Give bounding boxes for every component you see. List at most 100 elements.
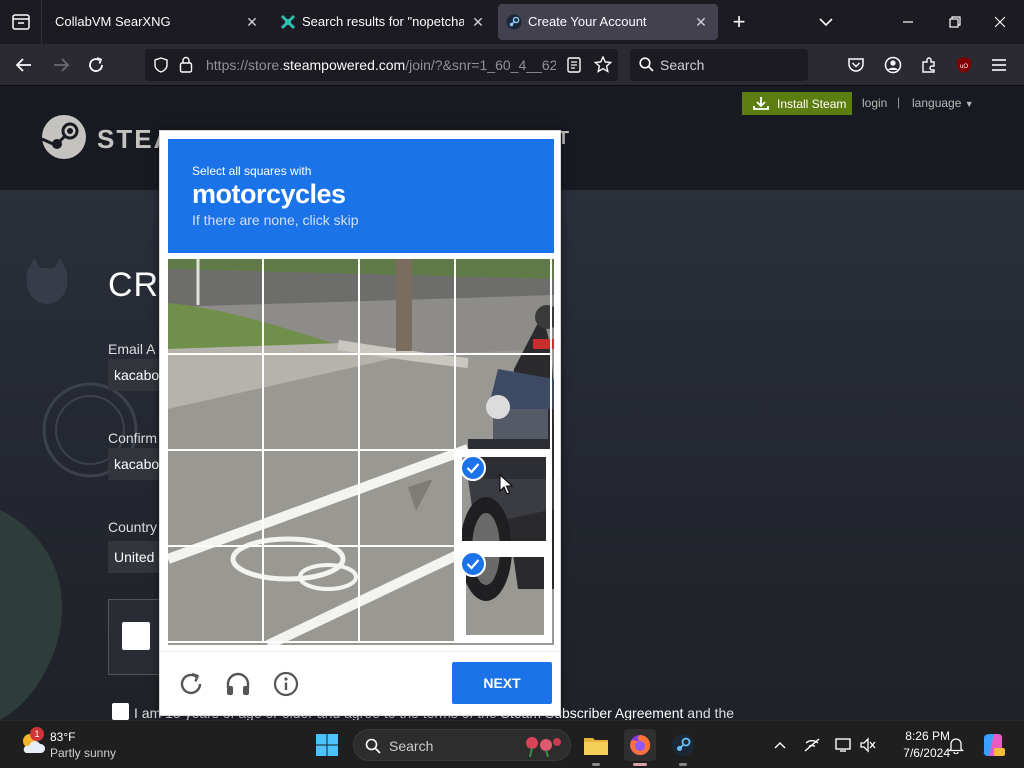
captcha-challenge: Select all squares with motorcycles If t…: [159, 130, 561, 716]
search-icon: [639, 57, 654, 72]
captcha-tile[interactable]: [264, 547, 360, 643]
windows-taskbar: 1 83°F Partly sunny Search 8:26 PM 7/6/2…: [0, 720, 1024, 768]
svg-text:uO: uO: [960, 64, 968, 70]
captcha-tile[interactable]: [360, 355, 456, 451]
firefox-app[interactable]: [624, 729, 656, 766]
pocket-button[interactable]: [845, 54, 867, 76]
captcha-tile[interactable]: [264, 355, 360, 451]
clock-time[interactable]: 8:26 PM: [880, 729, 950, 743]
minimize-icon: [903, 21, 913, 23]
captcha-tile[interactable]: [360, 451, 456, 547]
shield-icon[interactable]: [153, 57, 169, 73]
captcha-tile[interactable]: [456, 355, 552, 451]
account-button[interactable]: [882, 54, 904, 76]
info-icon: [273, 671, 299, 697]
windows-start-icon[interactable]: [315, 733, 339, 757]
close-icon: [994, 16, 1006, 28]
info-button[interactable]: [272, 670, 300, 698]
header-separator: |: [897, 95, 901, 109]
captcha-tile[interactable]: [264, 451, 360, 547]
reader-mode-icon[interactable]: [567, 57, 581, 73]
tab-search-results[interactable]: Search results for "nopetcha" – ✕: [272, 4, 494, 40]
folder-icon: [584, 738, 608, 755]
next-button[interactable]: NEXT: [452, 662, 552, 704]
taskbar-search[interactable]: Search: [353, 729, 571, 761]
volume-muted-icon: [860, 737, 876, 753]
clock-date[interactable]: 7/6/2024: [880, 746, 950, 760]
ublock-button[interactable]: uO: [953, 54, 975, 76]
captcha-tile[interactable]: [360, 547, 456, 643]
search-bar[interactable]: Search: [630, 49, 808, 81]
captcha-tile[interactable]: [168, 355, 264, 451]
language-dropdown[interactable]: language ▼: [912, 96, 974, 110]
chevron-up-icon: [774, 742, 786, 749]
firefox-view-button[interactable]: [0, 0, 42, 44]
checkmark-icon: [460, 455, 486, 481]
browser-tab-bar: CollabVM SearXNG ✕ Search results for "n…: [0, 0, 1024, 44]
chevron-down-icon[interactable]: [816, 13, 836, 31]
display-tray[interactable]: [834, 735, 854, 755]
extensions-button[interactable]: [918, 54, 940, 76]
network-tray[interactable]: [802, 735, 822, 755]
url-bar[interactable]: https://store.steampowered.com/join/?&sn…: [145, 49, 618, 81]
close-icon[interactable]: ✕: [243, 13, 261, 31]
restore-button[interactable]: [945, 12, 965, 32]
firefox-view-icon: [11, 14, 30, 30]
refresh-icon: [180, 672, 202, 695]
minimize-button[interactable]: [898, 12, 918, 32]
captcha-tile[interactable]: [456, 259, 552, 355]
captcha-tile[interactable]: [168, 451, 264, 547]
url-text[interactable]: https://store.steampowered.com/join/?&sn…: [206, 57, 556, 73]
url-prefix: https://store.: [206, 57, 284, 73]
login-link[interactable]: login: [862, 96, 887, 110]
lock-icon[interactable]: [179, 56, 193, 73]
file-explorer-app[interactable]: [580, 729, 612, 766]
install-steam-label: Install Steam: [777, 97, 847, 111]
show-hidden-icons-button[interactable]: [770, 735, 790, 755]
close-icon[interactable]: ✕: [692, 13, 710, 31]
tab-label: Search results for "nopetcha" –: [302, 14, 464, 29]
menu-button[interactable]: [988, 54, 1010, 76]
install-steam-button[interactable]: Install Steam: [742, 92, 852, 115]
audio-challenge-button[interactable]: [224, 670, 252, 698]
volume-tray[interactable]: [858, 735, 878, 755]
back-button[interactable]: [13, 54, 35, 76]
character-decoration-icon: [0, 510, 62, 720]
url-domain: steampowered.com: [283, 57, 406, 73]
search-icon: [365, 738, 381, 754]
forward-button[interactable]: [50, 54, 72, 76]
captcha-tile[interactable]: [168, 547, 264, 643]
tab-collabvm-searxng[interactable]: CollabVM SearXNG ✕: [44, 4, 266, 40]
arrow-left-icon: [15, 58, 31, 72]
close-icon[interactable]: ✕: [469, 13, 487, 31]
monitor-icon: [835, 738, 851, 752]
captcha-tile[interactable]: [264, 259, 360, 355]
copilot-button[interactable]: [980, 732, 1006, 758]
captcha-tile[interactable]: [360, 259, 456, 355]
window-close-button[interactable]: [990, 12, 1010, 32]
captcha-footer: NEXT: [160, 651, 560, 715]
steam-app[interactable]: [667, 729, 699, 766]
captcha-image-grid: [168, 259, 554, 645]
captcha-tile[interactable]: [168, 259, 264, 355]
refresh-button[interactable]: [177, 670, 205, 698]
headphones-icon: [226, 672, 250, 695]
bookmark-star-icon[interactable]: [594, 56, 612, 73]
notifications-button[interactable]: [946, 735, 966, 755]
reload-button[interactable]: [85, 54, 107, 76]
captcha-target: motorcycles: [192, 179, 346, 209]
weather-condition[interactable]: Partly sunny: [50, 746, 116, 760]
network-disconnected-icon: [804, 738, 820, 752]
url-path: /join/?&snr=1_60_4__62: [405, 57, 556, 73]
agreement-checkbox[interactable]: [112, 703, 129, 720]
weather-temperature[interactable]: 83°F: [50, 730, 75, 744]
new-tab-button[interactable]: +: [729, 11, 749, 33]
tab-create-account[interactable]: Create Your Account ✕: [498, 4, 718, 40]
weather-badge: 1: [30, 727, 44, 741]
email-label: Email A: [108, 341, 156, 357]
mouse-cursor-icon: [499, 474, 513, 495]
steam-logo-icon[interactable]: [40, 113, 88, 161]
captcha-checkbox[interactable]: [122, 622, 150, 650]
copilot-icon: [983, 734, 1005, 756]
running-indicator: [679, 763, 687, 766]
